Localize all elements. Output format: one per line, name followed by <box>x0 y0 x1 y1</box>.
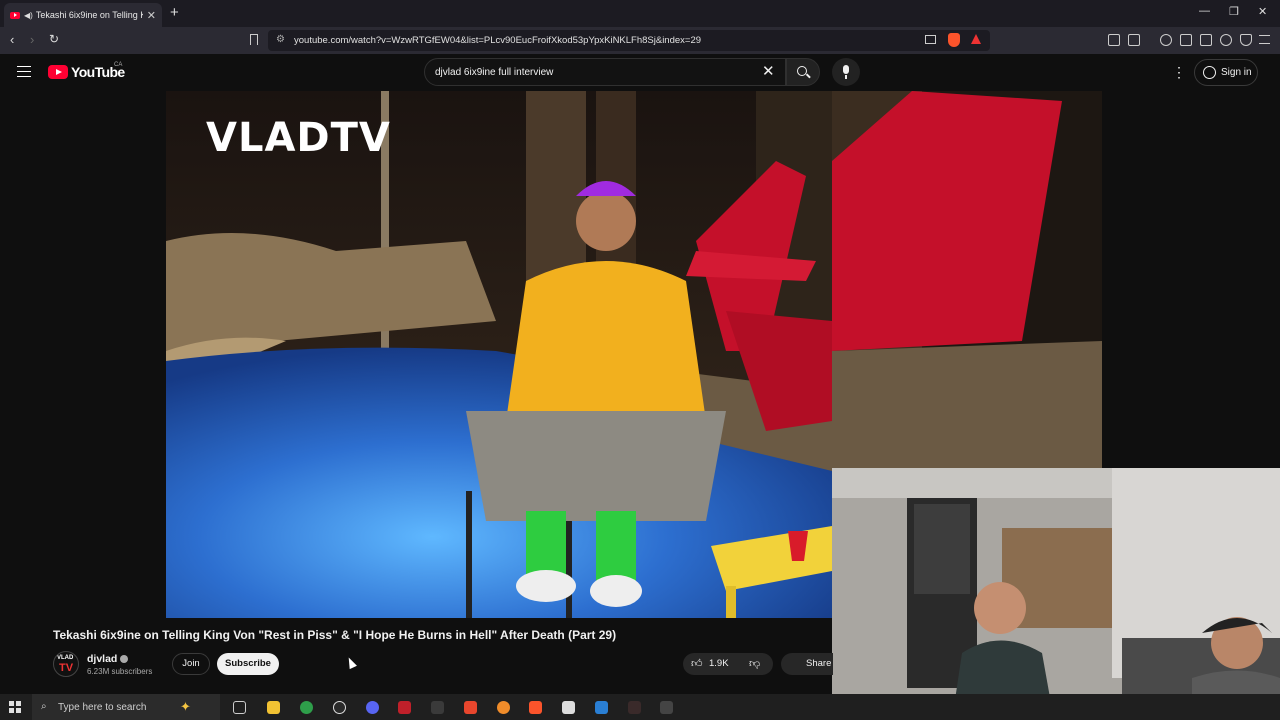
channel-avatar[interactable]: VLAD TV <box>53 651 79 677</box>
music-icon[interactable] <box>1160 34 1172 46</box>
back-icon[interactable]: ‹ <box>10 32 14 47</box>
bookmark-icon[interactable] <box>250 34 258 45</box>
search-button[interactable] <box>786 58 820 86</box>
vscode-icon[interactable] <box>595 701 608 714</box>
search-input-value: djvlad 6ix9ine full interview <box>435 66 554 78</box>
video-player[interactable]: VLADTV <box>166 91 832 618</box>
channel-avatar-line1: VLAD <box>57 655 74 661</box>
new-tab-button[interactable]: + <box>170 4 179 21</box>
subscribe-button[interactable]: Subscribe <box>217 653 279 675</box>
browser-menu-icon[interactable] <box>1259 35 1270 44</box>
app-icon[interactable] <box>628 701 641 714</box>
chrome-icon[interactable] <box>300 701 313 714</box>
browser-tab-strip: ◀) Tekashi 6ix9ine on Telling Kin ✕ + — … <box>0 0 1280 27</box>
share-button[interactable]: Share <box>781 653 833 675</box>
video-title: Tekashi 6ix9ine on Telling King Von "Res… <box>53 628 617 642</box>
microphone-icon <box>843 65 849 74</box>
windows-start-icon[interactable] <box>9 701 21 713</box>
brave-rewards-icon[interactable] <box>971 34 981 44</box>
maximize-button[interactable]: ❐ <box>1229 5 1239 18</box>
red-app-icon[interactable] <box>464 701 477 714</box>
task-view-icon[interactable] <box>233 701 246 714</box>
webcam-frame <box>832 468 1280 720</box>
thumbs-down-icon[interactable]: 👎︎ <box>749 657 760 670</box>
settings-kebab-icon[interactable]: ⋮ <box>1172 65 1186 79</box>
search-icon <box>797 66 807 76</box>
webcam-overlay <box>832 468 1280 720</box>
youtube-header: YouTube CA djvlad 6ix9ine full interview… <box>0 54 1280 91</box>
cast-icon[interactable] <box>925 35 936 44</box>
youtube-logo-icon[interactable] <box>48 65 68 79</box>
youtube-favicon-icon <box>10 11 20 19</box>
tab-title: Tekashi 6ix9ine on Telling Kin <box>35 10 143 20</box>
clear-search-icon[interactable]: ✕ <box>762 64 775 79</box>
extensions-icon[interactable] <box>1108 34 1120 46</box>
blender-icon[interactable] <box>497 701 510 714</box>
hamburger-menu-icon[interactable] <box>17 66 31 77</box>
voice-search-button[interactable] <box>832 58 860 86</box>
reload-icon[interactable]: ↻ <box>49 32 59 46</box>
account-icon <box>1203 66 1216 79</box>
close-tab-icon[interactable]: ✕ <box>147 9 156 22</box>
minimize-button[interactable]: — <box>1199 5 1210 17</box>
sidebar-icon[interactable] <box>1180 34 1192 46</box>
brave-taskbar-icon[interactable] <box>529 701 542 714</box>
windows-taskbar: ⌕ Type here to search ✦ <box>0 694 1280 720</box>
close-window-button[interactable]: ✕ <box>1258 5 1267 18</box>
capcut-icon[interactable] <box>562 701 575 714</box>
url-text: youtube.com/watch?v=WzwRTGfEW04&list=PLc… <box>294 35 702 46</box>
browser-tab[interactable]: ◀) Tekashi 6ix9ine on Telling Kin ✕ <box>4 3 162 27</box>
vpn-icon[interactable] <box>1240 34 1252 46</box>
sign-in-label: Sign in <box>1221 67 1252 78</box>
country-code: CA <box>114 62 123 68</box>
like-button[interactable]: 1.9K <box>683 653 741 675</box>
taskbar-search-icon: ⌕ <box>41 701 47 712</box>
address-bar[interactable]: ⚙ youtube.com/watch?v=WzwRTGfEW04&list=P… <box>268 30 990 51</box>
channel-avatar-line2: TV <box>59 662 74 674</box>
screenshot-icon[interactable] <box>1128 34 1140 46</box>
file-explorer-icon[interactable] <box>267 701 280 714</box>
channel-name[interactable]: djvlad <box>87 653 117 665</box>
verified-badge-icon <box>120 655 128 663</box>
search-highlight-icon: ✦ <box>180 699 191 714</box>
video-overflow-area <box>832 91 1102 468</box>
search-input[interactable]: djvlad 6ix9ine full interview <box>424 58 786 86</box>
subscriber-count: 6.23M subscribers <box>87 667 153 676</box>
site-settings-icon[interactable]: ⚙ <box>276 34 285 45</box>
mouse-cursor-icon <box>345 655 357 670</box>
rl-app-icon[interactable] <box>660 701 673 714</box>
x-app-icon[interactable] <box>431 701 444 714</box>
obs-icon[interactable] <box>333 701 346 714</box>
vladtv-watermark: VLADTV <box>206 115 391 161</box>
brave-shields-icon[interactable] <box>948 33 960 47</box>
discord-icon[interactable] <box>366 701 379 714</box>
forward-icon[interactable]: › <box>30 32 34 47</box>
wallet-icon[interactable] <box>1200 34 1212 46</box>
browser-toolbar: ‹ › ↻ ⚙ youtube.com/watch?v=WzwRTGfEW04&… <box>0 27 1280 54</box>
sign-in-button[interactable]: Sign in <box>1194 59 1258 86</box>
join-button[interactable]: Join <box>172 653 210 675</box>
leo-ai-icon[interactable] <box>1220 34 1232 46</box>
voicemeeter-icon[interactable] <box>398 701 411 714</box>
video-frame <box>166 91 832 618</box>
speaker-icon[interactable]: ◀) <box>24 11 33 20</box>
taskbar-search-input[interactable]: ⌕ Type here to search <box>32 694 220 720</box>
taskbar-search-placeholder: Type here to search <box>58 701 147 713</box>
